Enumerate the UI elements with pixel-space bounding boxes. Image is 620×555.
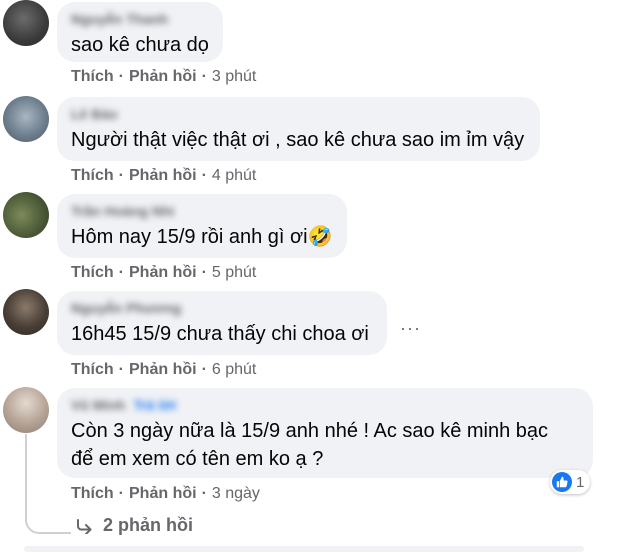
comment-author[interactable]: Lê Bảo xyxy=(71,106,526,123)
reply-link[interactable]: Phản hồi xyxy=(129,68,197,85)
like-link[interactable]: Thích xyxy=(71,264,114,281)
comment-bubble: Vũ Minh Trả lời Còn 3 ngày nữa là 15/9 an… xyxy=(57,388,593,478)
comment-time[interactable]: 4 phút xyxy=(212,167,256,184)
comment-time[interactable]: 6 phút xyxy=(212,361,256,378)
comment-text: Hôm nay 15/9 rồi anh gì ơi🤣 xyxy=(71,223,333,252)
reaction-count: 1 xyxy=(576,473,585,491)
comment-actions: Thích · Phản hồi · 4 phút xyxy=(71,167,257,184)
comment-text: sao kê chưa dọ xyxy=(71,34,209,56)
reaction-summary[interactable]: 1 xyxy=(550,470,591,494)
comment-text: Người thật việc thật ơi , sao kê chưa sa… xyxy=(71,129,525,151)
like-link[interactable]: Thích xyxy=(71,167,114,184)
like-link[interactable]: Thích xyxy=(71,68,114,85)
avatar[interactable] xyxy=(3,387,49,433)
like-link[interactable]: Thích xyxy=(71,485,114,502)
comment-text: 16h45 15/9 chưa thấy chi choa ơi xyxy=(71,323,369,345)
view-replies-link[interactable]: 2 phản hồi xyxy=(75,515,193,536)
avatar[interactable] xyxy=(3,289,49,335)
comment-text-line: Còn 3 ngày nữa là 15/9 anh nhé ! Ac sao … xyxy=(71,420,549,442)
comment-actions: Thích · Phản hồi · 3 phút xyxy=(71,68,257,85)
comment-time[interactable]: 5 phút xyxy=(212,264,256,281)
like-link[interactable]: Thích xyxy=(71,361,114,378)
comment-bubble: Nguyễn Phương 16h45 15/9 chưa thấy chi c… xyxy=(57,291,387,355)
more-options-icon[interactable]: ··· xyxy=(400,318,421,339)
comment-bubble: Nguyễn Thanh sao kê chưa dọ xyxy=(57,2,223,62)
comment-time[interactable]: 3 ngày xyxy=(212,485,260,502)
reply-arrow-icon xyxy=(77,518,92,534)
avatar[interactable] xyxy=(3,96,49,142)
reply-link[interactable]: Phản hồi xyxy=(129,485,197,502)
comment-author-name: Vũ Minh xyxy=(71,397,126,413)
comment-bubble: Lê Bảo Người thật việc thật ơi , sao kê … xyxy=(57,97,540,161)
avatar[interactable] xyxy=(3,192,49,238)
like-reaction-icon xyxy=(552,472,572,492)
comment-time[interactable]: 3 phút xyxy=(212,68,256,85)
reply-thread-line xyxy=(25,434,71,534)
comment-actions: Thích · Phản hồi · 6 phút xyxy=(71,361,257,378)
replies-count-label: 2 phản hồi xyxy=(103,515,193,535)
comment-author[interactable]: Nguyễn Thanh xyxy=(71,11,209,28)
comment-author-tag: Trả lời xyxy=(133,397,177,413)
reply-link[interactable]: Phản hồi xyxy=(129,167,197,184)
comment-author[interactable]: Nguyễn Phương xyxy=(71,300,373,317)
next-comment-peek xyxy=(24,546,584,552)
comment-text-line: để em xem có tên em ko ạ ? xyxy=(71,448,324,470)
comment-bubble: Trần Hoàng Nhi Hôm nay 15/9 rồi anh gì ơ… xyxy=(57,194,347,258)
comment-text-content: Hôm nay 15/9 rồi anh gì ơi xyxy=(71,226,308,248)
reply-link[interactable]: Phản hồi xyxy=(129,361,197,378)
comment-text: Còn 3 ngày nữa là 15/9 anh nhé ! Ac sao … xyxy=(71,417,579,473)
reply-link[interactable]: Phản hồi xyxy=(129,264,197,281)
comment-author[interactable]: Trần Hoàng Nhi xyxy=(71,203,333,220)
comment-actions: Thích · Phản hồi · 3 ngày xyxy=(71,485,260,502)
comment-actions: Thích · Phản hồi · 5 phút xyxy=(71,264,257,281)
comment-author[interactable]: Vũ Minh Trả lời xyxy=(71,397,579,414)
laughing-emoji-icon: 🤣 xyxy=(307,226,333,248)
avatar[interactable] xyxy=(3,0,49,46)
